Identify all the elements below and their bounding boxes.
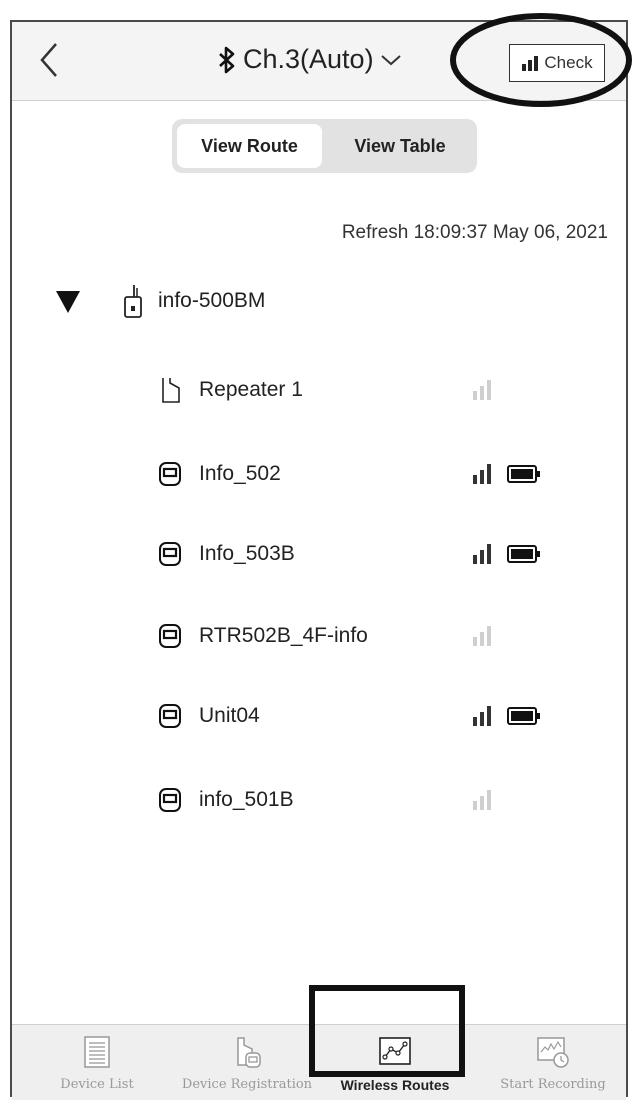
device-row[interactable]: info_501B: [157, 778, 294, 822]
list-icon: [84, 1036, 110, 1068]
tab-label: Start Recording: [500, 1077, 606, 1092]
data-logger-icon: [159, 462, 181, 486]
signal-strength-icon: [473, 380, 491, 400]
bluetooth-icon: [219, 46, 235, 73]
annotation-highlight-box: [309, 985, 465, 1077]
annotation-ellipse: [450, 13, 632, 107]
device-row[interactable]: Info_503B: [157, 532, 295, 576]
tab-device-registration[interactable]: Device Registration: [172, 1025, 322, 1100]
base-station-label: info-500BM: [158, 289, 266, 312]
start-recording-icon: [537, 1037, 569, 1068]
refresh-timestamp: Refresh 18:09:37 May 06, 2021: [341, 222, 608, 243]
channel-title: Ch.3(Auto): [243, 44, 374, 74]
channel-selector[interactable]: Ch.3(Auto): [217, 44, 402, 75]
data-logger-icon: [159, 624, 181, 648]
device-row[interactable]: Unit04: [157, 694, 260, 738]
battery-icon: [507, 545, 540, 563]
tab-label: Wireless Routes: [340, 1077, 450, 1093]
device-row[interactable]: Info_502: [157, 452, 281, 496]
base-station-icon: [124, 285, 142, 318]
device-label: Info_503B: [199, 542, 295, 565]
signal-strength-icon: [473, 706, 491, 726]
chevron-down-icon: [380, 54, 401, 65]
device-row[interactable]: Repeater 1: [157, 368, 303, 412]
repeater-icon: [162, 378, 180, 403]
tab-start-recording[interactable]: Start Recording: [488, 1025, 618, 1100]
data-logger-icon: [159, 542, 181, 566]
base-station-row[interactable]: info-500BM: [54, 284, 265, 318]
signal-strength-icon: [473, 790, 491, 810]
device-label: info_501B: [199, 788, 294, 811]
device-label: Info_502: [199, 462, 281, 485]
triangle-down-icon[interactable]: [54, 287, 82, 315]
tab-device-list[interactable]: Device List: [42, 1025, 152, 1100]
view-table-button[interactable]: View Table: [330, 124, 470, 168]
signal-strength-icon: [473, 544, 491, 564]
view-route-button[interactable]: View Route: [177, 124, 322, 168]
device-label: RTR502B_4F-info: [199, 624, 368, 647]
signal-strength-icon: [473, 464, 491, 484]
app-screen: Ch.3(Auto) Check View Route View Table R…: [10, 20, 628, 1100]
battery-icon: [507, 465, 540, 483]
back-icon[interactable]: [36, 40, 66, 80]
data-logger-icon: [159, 788, 181, 812]
device-row[interactable]: RTR502B_4F-info: [157, 614, 368, 658]
device-registration-icon: [237, 1037, 261, 1068]
data-logger-icon: [159, 704, 181, 728]
view-toggle: View Route View Table: [172, 119, 477, 173]
battery-icon: [507, 707, 540, 725]
device-label: Unit04: [199, 704, 260, 727]
tab-label: Device Registration: [181, 1077, 313, 1092]
tab-label: Device List: [60, 1077, 134, 1092]
device-label: Repeater 1: [199, 378, 303, 401]
signal-strength-icon: [473, 626, 491, 646]
